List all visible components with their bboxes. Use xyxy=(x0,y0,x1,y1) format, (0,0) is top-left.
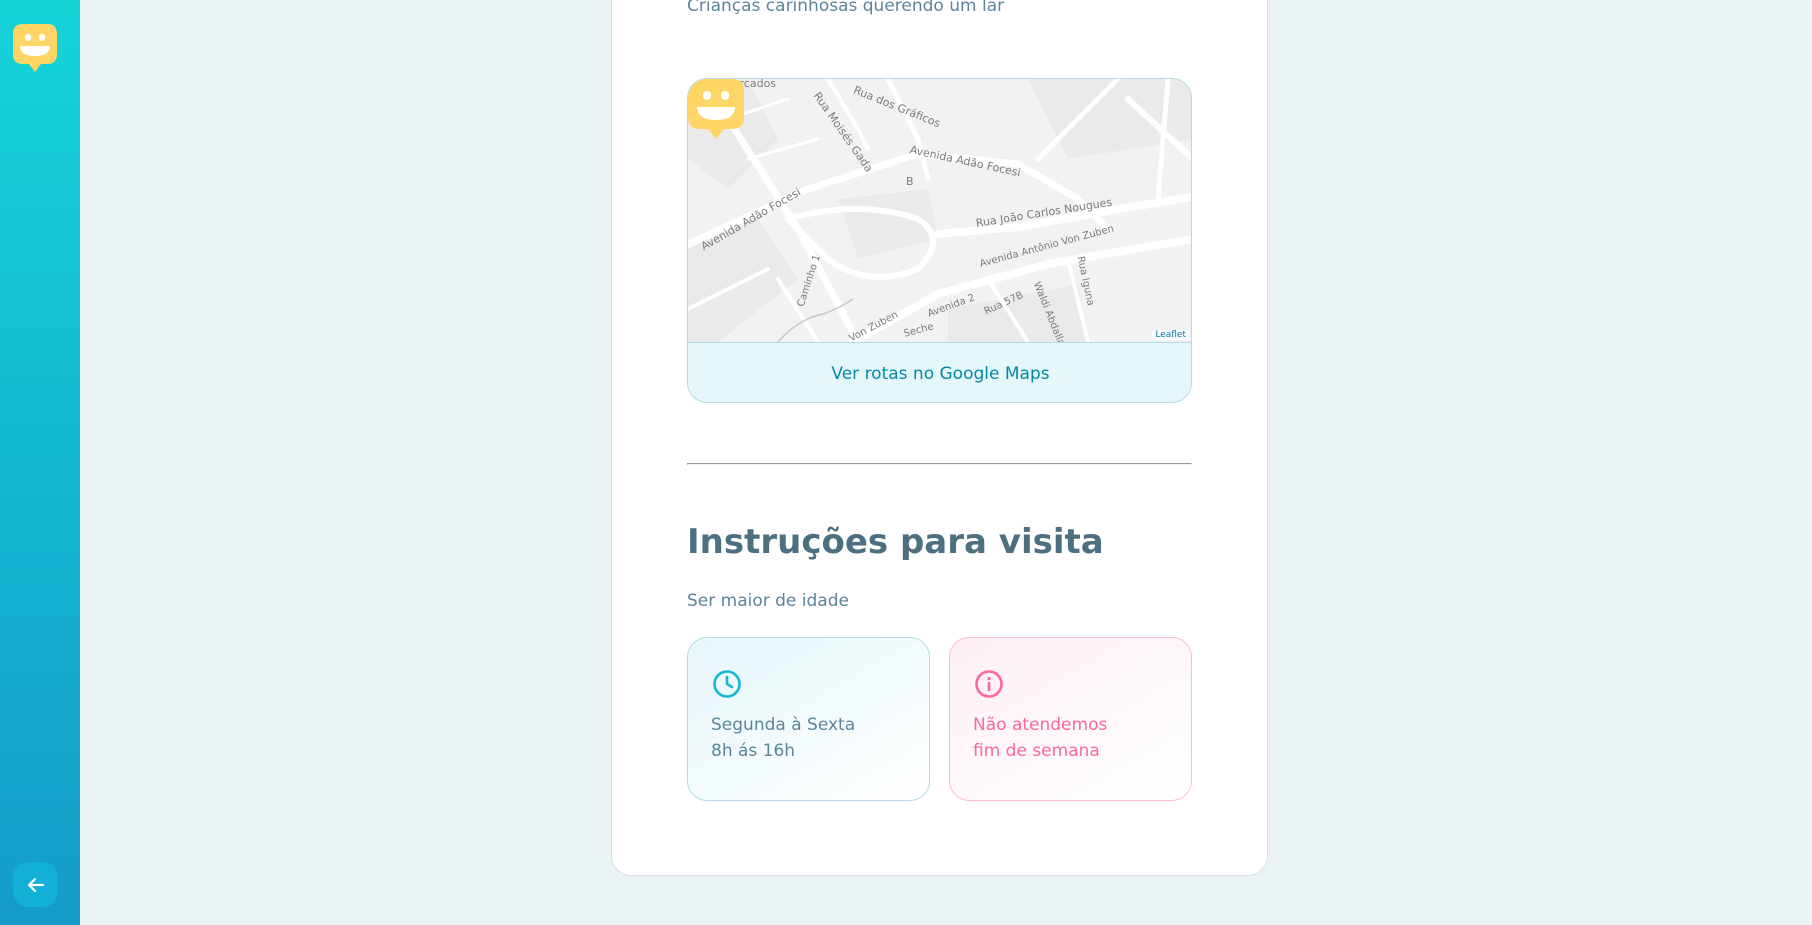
orphanage-description: Crianças carinhosas querendo um lar xyxy=(687,0,1005,16)
leaflet-attribution-link[interactable]: Leaflet xyxy=(1152,330,1189,340)
smiley-logo-icon xyxy=(13,24,57,72)
visit-instructions-text: Ser maior de idade xyxy=(687,591,849,611)
clock-icon xyxy=(713,670,741,698)
info-icon xyxy=(975,670,1003,698)
back-button[interactable] xyxy=(13,862,58,907)
map-street-label: B xyxy=(906,175,914,188)
opening-hours-card: Segunda à Sexta 8h ás 16h xyxy=(687,637,930,801)
smiley-map-pin-icon[interactable] xyxy=(688,79,744,141)
visit-instructions-title: Instruções para visita xyxy=(687,522,1104,562)
weekend-notice-card: Não atendemos fim de semana xyxy=(949,637,1192,801)
weekend-notice-line1: Não atendemos xyxy=(973,715,1108,735)
map-view[interactable]: Supermercados Rua Moisés Gada Rua dos Gr… xyxy=(688,79,1191,342)
map-container: Supermercados Rua Moisés Gada Rua dos Gr… xyxy=(687,78,1192,403)
sidebar xyxy=(0,0,80,925)
arrow-left-icon xyxy=(27,877,44,892)
google-maps-directions-link[interactable]: Ver rotas no Google Maps xyxy=(688,342,1191,402)
opening-days-text: Segunda à Sexta xyxy=(711,715,856,735)
opening-hours-text: 8h ás 16h xyxy=(711,741,796,761)
weekend-notice-line2: fim de semana xyxy=(973,741,1100,761)
section-divider xyxy=(687,463,1192,465)
